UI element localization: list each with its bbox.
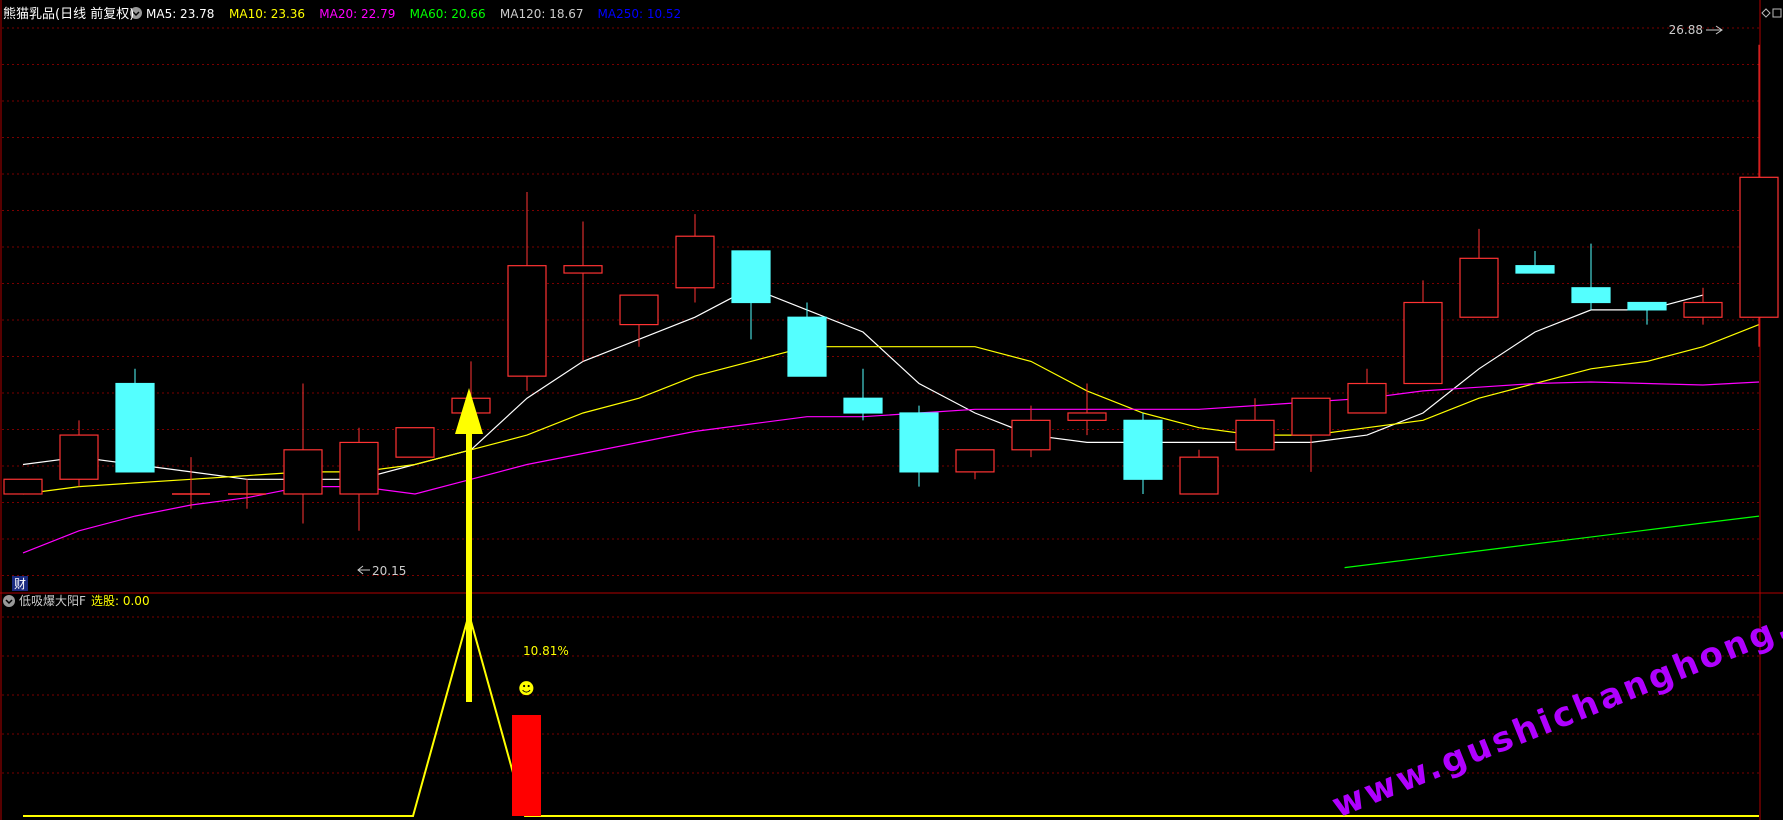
candle-body [1627,301,1667,311]
candle-body [1739,176,1779,318]
candle-body [3,478,43,495]
smiley-icon: ☻ [518,679,535,698]
ma-legend-item: MA10: 23.36 [229,7,305,21]
candle-body [1123,419,1163,480]
high-label: 26.88 [1669,23,1703,37]
indicator-value: 选股: 0.00 [91,594,150,608]
price-pane-header: 熊猫乳品(日线 前复权) MA5: 23.78 MA10: 23.36 MA20: … [3,6,681,22]
candle-body [1515,265,1555,274]
candle-body [1011,419,1051,451]
candle-body [843,397,883,414]
candle-body [1235,419,1275,451]
candle-body [115,382,155,473]
ma-legend-item: MA250: 10.52 [598,7,682,21]
pct-label: 10.81% [523,644,569,658]
signal-bar [512,715,541,816]
kline-chart: 26.88 20.15 财 10.81% ☻ www.gushichanghon… [0,0,1783,820]
candle-body [1347,382,1387,414]
candle-body [1067,412,1107,421]
indicator-header: 低吸爆大阳F 选股: 0.00 [3,594,150,608]
cai-badge-label: 财 [14,577,26,591]
candle-body [1459,257,1499,318]
low-label: 20.15 [372,564,406,578]
candle [3,478,43,495]
ma-legend-item: MA20: 22.79 [319,7,395,21]
candle-body [1683,301,1723,318]
candle-body [787,316,827,377]
candle-body [899,412,939,473]
candle-body [1179,456,1219,495]
candle-body [395,427,435,458]
candle-body [507,265,547,377]
ma-legend-item: MA120: 18.67 [500,7,584,21]
ma-legend-item: MA60: 20.66 [410,7,486,21]
candle [395,427,435,458]
candle-body [339,441,379,495]
candle-body [675,235,715,289]
ma-legend-item: MA5: 23.78 [146,7,214,21]
cai-badge[interactable]: 财 [12,576,28,591]
candle [115,368,155,473]
stock-name: 熊猫乳品(日线 前复权) [3,6,134,22]
candle-body [1291,397,1331,436]
candle-body [59,434,99,480]
candle-body [1571,287,1611,304]
candle-body [283,449,323,495]
indicator-toggle-icon[interactable] [3,595,15,607]
candle-body [955,449,995,473]
indicator-name: 低吸爆大阳F [19,594,86,608]
candle-body [619,294,659,326]
candle-body [731,250,771,304]
candle-body [1403,301,1443,385]
candle-body [563,265,603,274]
